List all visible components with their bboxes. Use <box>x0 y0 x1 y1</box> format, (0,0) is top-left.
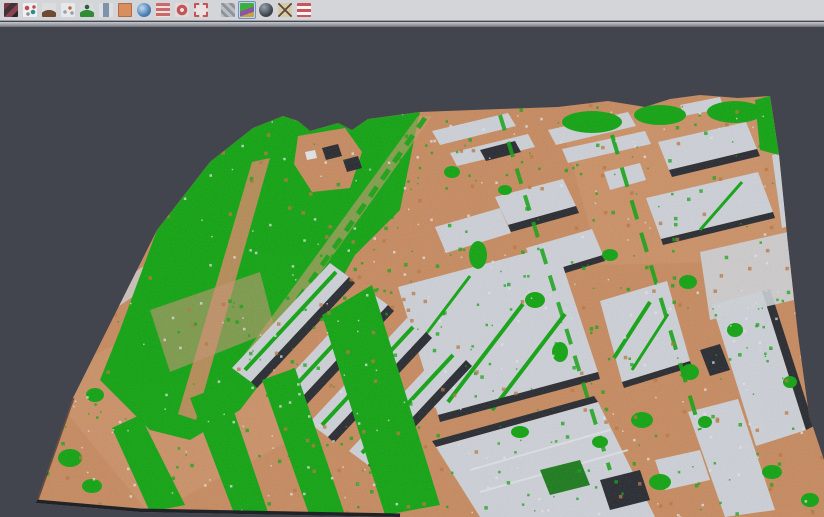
scatter-points-icon <box>23 3 37 17</box>
profile-view-icon <box>99 3 113 17</box>
remove-layers-icon <box>297 3 311 17</box>
toolbar <box>0 0 824 21</box>
point-cloud-icon <box>4 3 18 17</box>
vegetation-terrain-icon <box>80 3 94 17</box>
orthoimage-icon[interactable] <box>116 1 134 19</box>
viewport-3d[interactable] <box>0 27 824 517</box>
vegetation-terrain-icon[interactable] <box>78 1 96 19</box>
terrain-mesh <box>0 27 824 517</box>
orthoimage-icon <box>118 3 132 17</box>
terrain-model-icon[interactable] <box>40 1 58 19</box>
selection-box-icon <box>194 3 208 17</box>
classification-view-icon[interactable] <box>238 1 256 19</box>
grid-icon[interactable] <box>219 1 237 19</box>
mesh-sphere-icon <box>259 3 273 17</box>
point-cloud-icon[interactable] <box>2 1 20 19</box>
sparse-points-icon[interactable] <box>59 1 77 19</box>
classification-view-icon <box>240 3 254 17</box>
remove-layers-icon[interactable] <box>295 1 313 19</box>
scatter-points-icon[interactable] <box>21 1 39 19</box>
globe-icon[interactable] <box>135 1 153 19</box>
target-icon <box>175 3 189 17</box>
grid-icon <box>221 3 235 17</box>
layers-icon[interactable] <box>154 1 172 19</box>
layers-icon <box>156 3 170 17</box>
terrain-model-icon <box>42 3 56 17</box>
globe-icon <box>137 3 151 17</box>
sparse-points-icon <box>61 3 75 17</box>
clip-tool-icon[interactable] <box>276 1 294 19</box>
selection-box-icon[interactable] <box>192 1 210 19</box>
target-icon[interactable] <box>173 1 191 19</box>
profile-view-icon[interactable] <box>97 1 115 19</box>
pointcloud-scene <box>0 27 824 517</box>
mesh-sphere-icon[interactable] <box>257 1 275 19</box>
clip-tool-icon <box>278 3 292 17</box>
